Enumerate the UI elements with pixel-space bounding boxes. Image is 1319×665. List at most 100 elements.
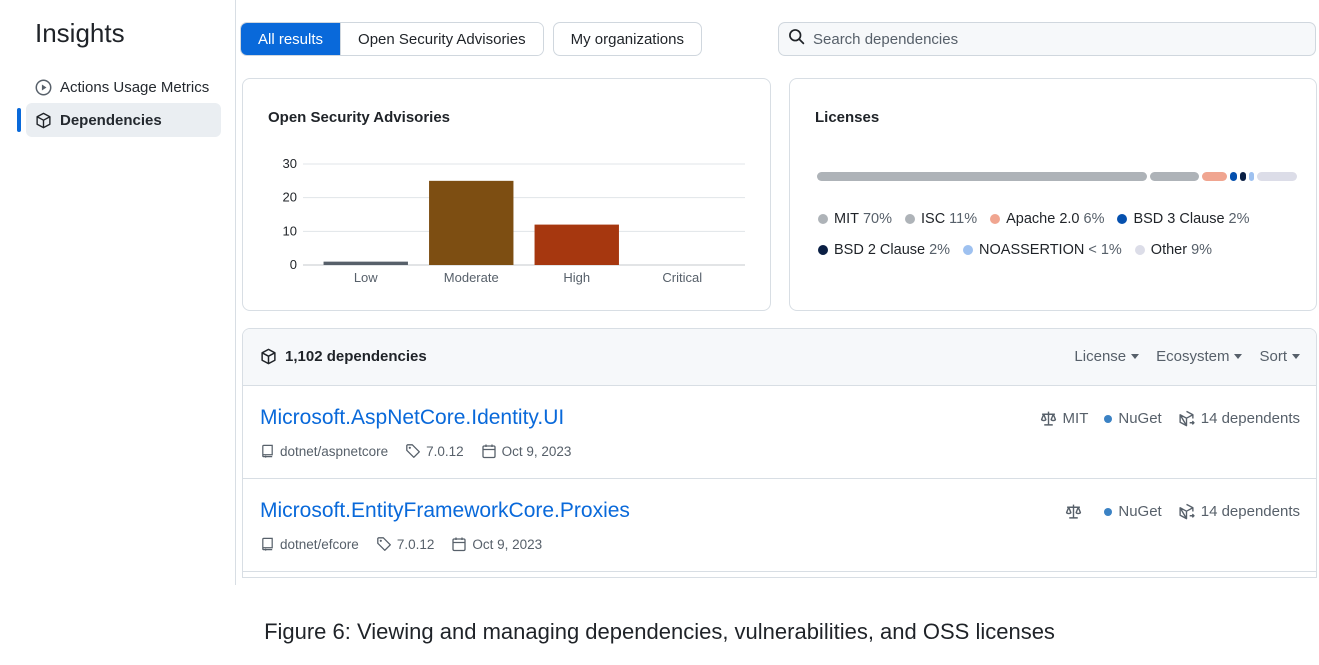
version-label: 7.0.12	[426, 443, 464, 459]
tab-my-organizations[interactable]: My organizations	[552, 22, 702, 56]
figure-caption: Figure 6: Viewing and managing dependenc…	[264, 619, 1055, 644]
tab-all-results[interactable]: All results	[241, 23, 341, 55]
filter-tabs: All results Open Security Advisories My …	[240, 22, 702, 56]
license-segment-mit	[817, 172, 1147, 181]
sidebar-item-label: Dependencies	[60, 111, 162, 129]
bar-high[interactable]	[534, 224, 619, 265]
version-meta: 7.0.12	[405, 443, 464, 459]
date-meta: Oct 9, 2023	[481, 443, 572, 459]
dependencies-count: 1,102 dependencies	[260, 348, 427, 365]
other-dot	[1134, 245, 1145, 255]
dependents-meta[interactable]: 14 dependents	[1178, 410, 1300, 427]
version-meta: 7.0.12	[376, 536, 435, 552]
license-legend-item: BSD 2 Clause 2%	[818, 242, 950, 258]
advisories-bar-chart: 0 10 20 30 Low Moderate High Critical	[283, 156, 745, 285]
license-legend-item: NOASSERTION < 1%	[963, 242, 1122, 258]
y-tick-label: 30	[283, 156, 297, 171]
license-segment-other	[1257, 172, 1298, 181]
repo-meta[interactable]: dotnet/efcore	[260, 537, 359, 552]
sidebar-item-label: Actions Usage Metrics	[60, 78, 210, 96]
license-segment-bsd-3-clause	[1230, 172, 1237, 181]
caret-down-icon	[1292, 354, 1300, 359]
licenses-card-title: Licenses	[815, 109, 880, 126]
isc-dot	[905, 214, 915, 224]
license-legend-row-2: BSD 2 Clause 2% NOASSERTION < 1% Other 9%	[818, 242, 1298, 258]
ecosystem-meta: NuGet	[1104, 410, 1162, 427]
noassertion-dot	[963, 245, 974, 255]
dependents-label: 14 dependents	[1200, 503, 1300, 520]
dependency-meta: dotnet/efcore 7.0.12 Oct 9, 2023	[260, 536, 559, 552]
x-tick-label: Low	[354, 270, 378, 285]
bar-moderate[interactable]	[429, 180, 514, 265]
caret-down-icon	[1131, 354, 1140, 359]
advisories-card: Open Security Advisories 0 10 20 30 Low Moder…	[242, 78, 771, 311]
active-indicator	[17, 108, 21, 132]
repo-meta[interactable]: dotnet/aspnetcore	[260, 444, 388, 459]
licenses-card: Licenses MIT 70% ISC 11% Apache 2.0 6% BSD …	[789, 78, 1317, 311]
dependencies-list: 1,102 dependencies License Ecosystem Sor…	[242, 328, 1317, 578]
calendar-icon	[481, 444, 496, 459]
license-filter-dropdown[interactable]: License	[1074, 348, 1140, 365]
dependents-meta[interactable]: 14 dependents	[1178, 503, 1300, 520]
ecosystem-filter-label: Ecosystem	[1156, 348, 1230, 365]
license-label: MIT	[1062, 410, 1089, 427]
date-label: Oct 9, 2023	[501, 443, 572, 459]
y-tick-label: 10	[283, 223, 297, 238]
bar-low[interactable]	[323, 261, 408, 265]
ecosystem-dot	[1104, 414, 1113, 423]
sidebar: Insights Actions Usage Metrics Dependenc…	[0, 0, 236, 585]
dependency-row: Microsoft.AspNetCore.Identity.UI dotnet/…	[243, 386, 1316, 479]
search-input[interactable]	[813, 30, 1293, 48]
license-legend-item: Other 9%	[1134, 242, 1212, 258]
license-distribution-bar	[817, 172, 1298, 181]
ecosystem-label: NuGet	[1118, 503, 1162, 520]
license-filter-label: License	[1074, 348, 1127, 365]
license-legend-item: MIT 70%	[818, 211, 892, 227]
sort-label: Sort	[1259, 348, 1287, 365]
package-icon	[260, 348, 277, 365]
sidebar-title: Insights	[35, 18, 125, 48]
dependency-name-link[interactable]: Microsoft.AspNetCore.Identity.UI	[260, 406, 564, 430]
repo-icon	[262, 444, 273, 458]
play-circle-icon	[35, 79, 52, 96]
search-box[interactable]	[778, 22, 1316, 56]
license-legend-item: ISC 11%	[905, 211, 977, 227]
ecosystem-filter-dropdown[interactable]: Ecosystem	[1156, 348, 1243, 365]
license-legend-row-1: MIT 70% ISC 11% Apache 2.0 6% BSD 3 Clause 2…	[818, 211, 1298, 227]
dependency-name-link[interactable]: Microsoft.EntityFrameworkCore.Proxies	[260, 499, 630, 523]
license-segment-isc	[1149, 172, 1199, 181]
sidebar-item-dependencies[interactable]: Dependencies	[26, 103, 221, 137]
segmented-control: All results Open Security Advisories	[240, 22, 544, 56]
sort-dropdown[interactable]: Sort	[1259, 348, 1300, 365]
version-label: 7.0.12	[396, 536, 435, 552]
caret-down-icon	[1234, 354, 1243, 359]
sidebar-item-actions-usage-metrics[interactable]: Actions Usage Metrics	[26, 70, 221, 104]
dependency-right-meta: NuGet 14 dependents	[1049, 503, 1300, 520]
dependency-filters: License Ecosystem Sort	[1057, 348, 1300, 365]
tab-open-security-advisories[interactable]: Open Security Advisories	[340, 23, 543, 55]
law-icon	[1066, 504, 1082, 519]
dependency-right-meta: MIT NuGet 14 dependents	[1024, 410, 1300, 427]
x-tick-label: High	[563, 270, 590, 285]
repo-icon	[262, 537, 273, 551]
dependencies-count-label: 1,102 dependencies	[285, 348, 427, 365]
mit-dot	[818, 214, 828, 224]
y-tick-label: 0	[290, 257, 297, 272]
date-meta: Oct 9, 2023	[451, 536, 542, 552]
tag-icon	[406, 444, 421, 458]
apache-dot	[990, 214, 1001, 224]
package-dependents-icon	[1179, 410, 1195, 427]
dependency-meta: dotnet/aspnetcore 7.0.12 Oct 9, 2023	[260, 443, 588, 459]
ecosystem-dot	[1104, 507, 1113, 516]
package-icon	[35, 112, 52, 129]
bsd2-dot	[818, 245, 828, 255]
repo-name: dotnet/efcore	[280, 536, 359, 552]
ecosystem-label: NuGet	[1118, 410, 1162, 427]
license-segment-apache-2-0	[1201, 172, 1228, 181]
tag-icon	[376, 537, 391, 551]
y-tick-label: 20	[283, 190, 297, 205]
license-meta	[1065, 503, 1088, 520]
license-segment-bsd-2-clause	[1239, 172, 1247, 181]
license-legend-item: Apache 2.0 6%	[990, 211, 1104, 227]
x-tick-label: Critical	[662, 270, 702, 285]
